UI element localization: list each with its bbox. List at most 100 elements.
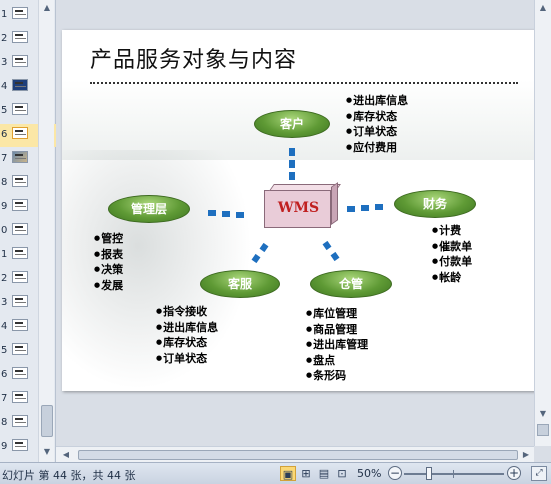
list-item: 应付费用	[346, 141, 408, 157]
normal-view-icon[interactable]: ▣	[280, 466, 296, 481]
list-item: 进出库信息	[156, 321, 218, 337]
scroll-up-icon[interactable]: ▲	[537, 2, 549, 14]
slide-count-status: 幻灯片 第 44 张，共 44 张	[2, 469, 136, 482]
thumbnail-number: 9	[1, 201, 8, 212]
connector-dash	[330, 251, 340, 262]
thumbnail-number: 3	[1, 297, 8, 308]
zoom-level[interactable]: 50%	[357, 467, 381, 480]
scroll-down-icon[interactable]: ▼	[41, 446, 53, 458]
list-item: 管控	[94, 232, 123, 248]
thumbnail-number: 8	[1, 417, 8, 428]
wms-box[interactable]: WMS	[264, 182, 341, 228]
thumbnail-number: 4	[1, 81, 8, 92]
thumbnail-preview	[12, 199, 28, 211]
zoom-in-button[interactable]: +	[507, 466, 521, 480]
thumbnail-number: 3	[1, 57, 8, 68]
node-management[interactable]: 管理层	[108, 195, 190, 223]
vertical-scroll-handle[interactable]	[537, 424, 549, 436]
title-divider	[90, 82, 518, 84]
status-bar: 幻灯片 第 44 张，共 44 张 ▣ ⊞ ▤ ⊡ 50% − + ⤢	[0, 462, 551, 484]
management-list[interactable]: 管控 报表 决策 发展	[94, 232, 123, 294]
list-item: 付款单	[432, 255, 472, 271]
thumbnail-preview	[12, 55, 28, 67]
finance-list[interactable]: 计费 催款单 付款单 帐龄	[432, 224, 472, 286]
list-item: 帐龄	[432, 271, 472, 287]
connector-dash	[208, 210, 216, 216]
node-finance[interactable]: 财务	[394, 190, 476, 218]
list-item: 催款单	[432, 240, 472, 256]
reading-view-icon[interactable]: ▤	[316, 466, 332, 481]
connector-dash	[259, 242, 269, 253]
warehouse-list[interactable]: 库位管理 商品管理 进出库管理 盘点 条形码	[306, 307, 368, 385]
thumbnail-preview	[12, 415, 28, 427]
list-item: 库位管理	[306, 307, 368, 323]
horizontal-scroll-handle[interactable]	[78, 450, 518, 460]
fit-window-icon[interactable]: ⤢	[531, 466, 547, 481]
thumbnail-preview	[12, 391, 28, 403]
slide-title[interactable]: 产品服务对象与内容	[90, 42, 297, 74]
list-item: 订单状态	[346, 125, 408, 141]
scroll-up-icon[interactable]: ▲	[41, 2, 53, 14]
list-item: 库存状态	[156, 336, 218, 352]
connector-dash	[361, 205, 369, 211]
zoom-slider-track[interactable]	[404, 473, 504, 475]
thumbnail-preview	[12, 247, 28, 259]
connector-dash	[289, 160, 295, 168]
scroll-left-icon[interactable]: ◀	[60, 449, 72, 461]
slide-canvas[interactable]: 产品服务对象与内容 WMS 客户 管理层 财务 客服 仓管 进出库信息	[62, 30, 541, 391]
scroll-down-icon[interactable]: ▼	[537, 408, 549, 420]
list-item: 盘点	[306, 354, 368, 370]
list-item: 计费	[432, 224, 472, 240]
list-item: 订单状态	[156, 352, 218, 368]
customer-list[interactable]: 进出库信息 库存状态 订单状态 应付费用	[346, 94, 408, 156]
slide-sorter-icon[interactable]: ⊞	[298, 466, 314, 481]
thumbnail-preview	[12, 31, 28, 43]
list-item: 商品管理	[306, 323, 368, 339]
thumbnail-preview	[12, 7, 28, 19]
editor-vertical-scrollbar[interactable]: ▲ ▼	[534, 0, 551, 446]
connector-dash	[322, 240, 332, 251]
thumbnail-preview	[12, 319, 28, 331]
thumbnail-preview	[12, 79, 28, 91]
list-item: 库存状态	[346, 110, 408, 126]
list-item: 条形码	[306, 369, 368, 385]
thumbnail-number: 7	[1, 153, 8, 164]
thumbnail-number: 6	[1, 129, 8, 140]
list-item: 发展	[94, 279, 123, 295]
connector-dash	[347, 206, 355, 212]
node-service[interactable]: 客服	[200, 270, 280, 298]
thumbnail-preview	[12, 295, 28, 307]
thumbnail-preview	[12, 271, 28, 283]
list-item: 进出库信息	[346, 94, 408, 110]
thumbnail-scrollbar[interactable]: ▲ ▼	[38, 0, 54, 462]
node-customer[interactable]: 客户	[254, 110, 330, 138]
slide-editor: 产品服务对象与内容 WMS 客户 管理层 财务 客服 仓管 进出库信息	[56, 0, 551, 462]
zoom-out-button[interactable]: −	[388, 466, 402, 480]
connector-dash	[375, 204, 383, 210]
zoom-slider-thumb[interactable]	[426, 467, 432, 480]
wms-box-side	[331, 182, 338, 225]
connector-dash	[289, 148, 295, 156]
thumbnail-preview	[12, 151, 28, 163]
node-warehouse[interactable]: 仓管	[310, 270, 392, 298]
thumbnail-preview	[12, 223, 28, 235]
thumbnail-preview	[12, 175, 28, 187]
list-item: 决策	[94, 263, 123, 279]
connector-dash	[289, 172, 295, 180]
thumbnail-number: 1	[1, 249, 8, 260]
slideshow-icon[interactable]: ⊡	[334, 466, 350, 481]
thumbnail-number: 2	[1, 33, 8, 44]
thumbnail-number: 5	[1, 105, 8, 116]
thumbnail-scroll-handle[interactable]	[41, 405, 53, 437]
thumbnail-number: 4	[1, 321, 8, 332]
scroll-right-icon[interactable]: ▶	[520, 449, 532, 461]
thumbnail-preview	[12, 127, 28, 139]
editor-horizontal-scrollbar[interactable]: ◀ ▶	[56, 446, 534, 462]
thumbnail-number: 8	[1, 177, 8, 188]
thumbnail-preview	[12, 103, 28, 115]
thumbnail-number: 2	[1, 273, 8, 284]
list-item: 进出库管理	[306, 338, 368, 354]
thumbnail-number: 7	[1, 393, 8, 404]
service-list[interactable]: 指令接收 进出库信息 库存状态 订单状态	[156, 305, 218, 367]
connector-dash	[251, 253, 261, 264]
